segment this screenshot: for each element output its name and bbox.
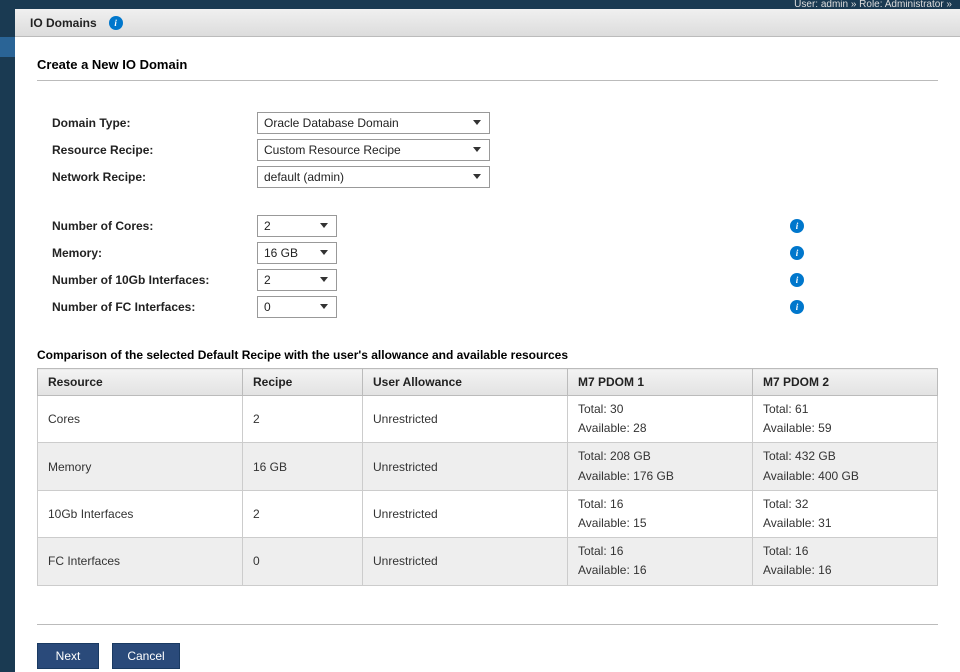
- cell-resource: FC Interfaces: [38, 538, 243, 585]
- label-memory: Memory:: [52, 246, 257, 260]
- chevron-down-icon: [473, 120, 481, 125]
- select-value: 2: [264, 219, 271, 233]
- cell-pdom2: Total: 432 GBAvailable: 400 GB: [753, 443, 938, 490]
- cell-pdom2: Total: 61Available: 59: [753, 396, 938, 443]
- th-recipe: Recipe: [243, 369, 363, 396]
- cancel-button[interactable]: Cancel: [112, 643, 179, 669]
- table-header-row: Resource Recipe User Allowance M7 PDOM 1…: [38, 369, 938, 396]
- select-cores[interactable]: 2: [257, 215, 337, 237]
- cell-allowance: Unrestricted: [363, 538, 568, 585]
- row-memory: Memory: 16 GB i: [52, 239, 938, 266]
- page-rule: [37, 80, 938, 81]
- row-cores: Number of Cores: 2 i: [52, 212, 938, 239]
- label-fc: Number of FC Interfaces:: [52, 300, 257, 314]
- button-bar: Next Cancel: [37, 624, 938, 669]
- cell-recipe: 2: [243, 396, 363, 443]
- cell-allowance: Unrestricted: [363, 443, 568, 490]
- row-network-recipe: Network Recipe: default (admin): [52, 163, 938, 190]
- label-domain-type: Domain Type:: [52, 116, 257, 130]
- chevron-down-icon: [320, 250, 328, 255]
- next-button[interactable]: Next: [37, 643, 99, 669]
- table-row: 10Gb Interfaces2UnrestrictedTotal: 16Ava…: [38, 490, 938, 537]
- chevron-down-icon: [320, 277, 328, 282]
- info-icon[interactable]: i: [790, 219, 804, 233]
- label-resource-recipe: Resource Recipe:: [52, 143, 257, 157]
- cell-resource: Memory: [38, 443, 243, 490]
- titlebar: IO Domains i: [0, 9, 960, 37]
- cell-pdom1: Total: 30Available: 28: [568, 396, 753, 443]
- cell-allowance: Unrestricted: [363, 490, 568, 537]
- label-10gb: Number of 10Gb Interfaces:: [52, 273, 257, 287]
- comparison-table: Resource Recipe User Allowance M7 PDOM 1…: [37, 368, 938, 586]
- chevron-down-icon: [320, 304, 328, 309]
- cell-pdom1: Total: 16Available: 15: [568, 490, 753, 537]
- select-fc[interactable]: 0: [257, 296, 337, 318]
- info-icon[interactable]: i: [109, 16, 123, 30]
- info-icon[interactable]: i: [790, 300, 804, 314]
- select-value: 0: [264, 300, 271, 314]
- left-rail: [0, 9, 15, 672]
- row-10gb: Number of 10Gb Interfaces: 2 i: [52, 266, 938, 293]
- select-value: 16 GB: [264, 246, 298, 260]
- chevron-down-icon: [473, 147, 481, 152]
- select-network-recipe[interactable]: default (admin): [257, 166, 490, 188]
- th-resource: Resource: [38, 369, 243, 396]
- select-domain-type[interactable]: Oracle Database Domain: [257, 112, 490, 134]
- row-fc: Number of FC Interfaces: 0 i: [52, 293, 938, 320]
- cell-recipe: 0: [243, 538, 363, 585]
- cell-recipe: 16 GB: [243, 443, 363, 490]
- cell-pdom1: Total: 208 GBAvailable: 176 GB: [568, 443, 753, 490]
- select-memory[interactable]: 16 GB: [257, 242, 337, 264]
- cell-allowance: Unrestricted: [363, 396, 568, 443]
- select-value: default (admin): [264, 170, 344, 184]
- select-value: Oracle Database Domain: [264, 116, 399, 130]
- label-network-recipe: Network Recipe:: [52, 170, 257, 184]
- page-title: Create a New IO Domain: [37, 57, 938, 72]
- top-status-strip: User: admin » Role: Administrator »: [0, 0, 960, 9]
- chevron-down-icon: [473, 174, 481, 179]
- select-value: Custom Resource Recipe: [264, 143, 401, 157]
- row-domain-type: Domain Type: Oracle Database Domain: [52, 109, 938, 136]
- table-row: Memory16 GBUnrestrictedTotal: 208 GBAvai…: [38, 443, 938, 490]
- page-body: Create a New IO Domain Domain Type: Orac…: [15, 37, 960, 672]
- info-icon[interactable]: i: [790, 246, 804, 260]
- chevron-down-icon: [320, 223, 328, 228]
- select-value: 2: [264, 273, 271, 287]
- select-resource-recipe[interactable]: Custom Resource Recipe: [257, 139, 490, 161]
- left-rail-tab[interactable]: [0, 37, 15, 57]
- row-resource-recipe: Resource Recipe: Custom Resource Recipe: [52, 136, 938, 163]
- th-pdom2: M7 PDOM 2: [753, 369, 938, 396]
- table-row: FC Interfaces0UnrestrictedTotal: 16Avail…: [38, 538, 938, 585]
- select-10gb[interactable]: 2: [257, 269, 337, 291]
- cell-recipe: 2: [243, 490, 363, 537]
- comparison-title: Comparison of the selected Default Recip…: [37, 348, 938, 362]
- form: Domain Type: Oracle Database Domain Reso…: [52, 109, 938, 320]
- cell-pdom1: Total: 16Available: 16: [568, 538, 753, 585]
- cell-resource: Cores: [38, 396, 243, 443]
- th-allowance: User Allowance: [363, 369, 568, 396]
- label-cores: Number of Cores:: [52, 219, 257, 233]
- th-pdom1: M7 PDOM 1: [568, 369, 753, 396]
- table-row: Cores2UnrestrictedTotal: 30Available: 28…: [38, 396, 938, 443]
- cell-resource: 10Gb Interfaces: [38, 490, 243, 537]
- info-icon[interactable]: i: [790, 273, 804, 287]
- cell-pdom2: Total: 16Available: 16: [753, 538, 938, 585]
- titlebar-title: IO Domains: [30, 16, 97, 30]
- cell-pdom2: Total: 32Available: 31: [753, 490, 938, 537]
